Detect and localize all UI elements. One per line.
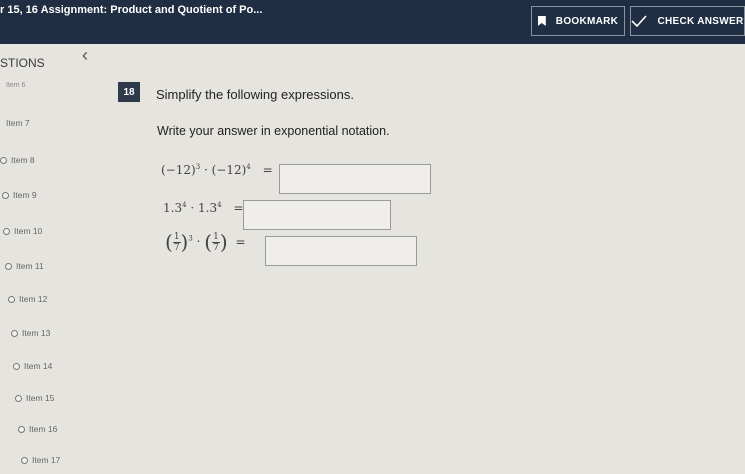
expression-2: 1.34 · 1.34 = bbox=[163, 201, 243, 215]
sidebar-item-label: Item 7 bbox=[6, 118, 30, 128]
sidebar-item-label: Item 15 bbox=[26, 393, 55, 403]
expr3-fraction-2: 17 bbox=[212, 231, 220, 253]
sidebar-item-label: Item 16 bbox=[29, 424, 58, 434]
expr1-base-2: (−12) bbox=[211, 163, 247, 177]
expr3-dot: · bbox=[192, 234, 205, 249]
sidebar-item-10[interactable]: Item 10 bbox=[3, 226, 42, 236]
sidebar-item-6[interactable]: Item 6 bbox=[6, 82, 25, 89]
bookmark-icon bbox=[537, 16, 546, 26]
sidebar-item-16[interactable]: Item 16 bbox=[18, 424, 57, 434]
sidebar-item-label: Item 11 bbox=[16, 261, 44, 271]
expr1-base: (−12) bbox=[161, 163, 196, 177]
radio-icon bbox=[0, 156, 7, 164]
sidebar-item-label: Item 8 bbox=[11, 155, 35, 165]
radio-icon bbox=[5, 262, 12, 270]
expr1-exponent-2: 4 bbox=[246, 163, 251, 171]
radio-icon bbox=[8, 295, 15, 303]
sidebar-item-17[interactable]: Item 17 bbox=[21, 455, 60, 465]
expr1-equals: = bbox=[262, 163, 273, 177]
answer-input-1[interactable] bbox=[279, 164, 431, 194]
check-answer-label: CHECK ANSWER bbox=[657, 15, 744, 27]
radio-icon bbox=[15, 394, 22, 402]
radio-icon bbox=[3, 227, 10, 235]
sidebar-item-label: Item 14 bbox=[24, 361, 53, 371]
sidebar-item-12[interactable]: Item 12 bbox=[8, 294, 47, 304]
expr2-base: 1.3 bbox=[163, 201, 183, 215]
sidebar-item-11[interactable]: Item 11 bbox=[5, 261, 44, 271]
top-bar: r 15, 16 Assignment: Product and Quotien… bbox=[0, 0, 745, 44]
expr2-exponent-2: 4 bbox=[217, 201, 222, 209]
radio-icon bbox=[2, 191, 9, 199]
bookmark-button[interactable]: BOOKMARK bbox=[531, 6, 625, 36]
expression-3: (1 7)3 · (1 7) = bbox=[165, 230, 246, 254]
expr3-equals: = bbox=[235, 234, 246, 249]
sidebar-item-label: Item 17 bbox=[32, 455, 61, 465]
assignment-title: r 15, 16 Assignment: Product and Quotien… bbox=[0, 4, 263, 16]
sidebar-item-label: Item 6 bbox=[6, 82, 26, 89]
sidebar-item-9[interactable]: Item 9 bbox=[2, 190, 37, 200]
expr2-equals: = bbox=[233, 201, 244, 215]
expression-1: (−12)3 · (−12)4 = bbox=[161, 163, 273, 177]
sidebar-item-8[interactable]: Item 8 bbox=[0, 155, 35, 165]
sidebar-item-label: Item 12 bbox=[19, 294, 48, 304]
sidebar-item-7[interactable]: Item 7 bbox=[6, 118, 30, 128]
radio-icon bbox=[18, 425, 25, 433]
radio-icon bbox=[11, 329, 18, 337]
radio-icon bbox=[21, 456, 28, 464]
sidebar-item-14[interactable]: Item 14 bbox=[13, 361, 52, 371]
sidebar-item-label: Item 13 bbox=[22, 328, 51, 338]
question-instruction: Write your answer in exponential notatio… bbox=[157, 124, 390, 138]
check-answer-button[interactable]: CHECK ANSWER bbox=[630, 6, 745, 36]
collapse-sidebar-icon[interactable]: ‹ bbox=[82, 45, 88, 66]
sidebar-item-13[interactable]: Item 13 bbox=[11, 328, 50, 338]
question-prompt: Simplify the following expressions. bbox=[156, 87, 354, 102]
expr3-fraction-1: 17 bbox=[172, 231, 181, 253]
expr2-base-2: 1.3 bbox=[198, 201, 218, 215]
sidebar-title: STIONS bbox=[0, 56, 45, 70]
sidebar-item-label: Item 10 bbox=[14, 226, 43, 236]
expr2-dot: · bbox=[186, 201, 199, 215]
answer-input-3[interactable] bbox=[265, 236, 417, 266]
question-number-badge: 18 bbox=[118, 82, 140, 102]
expr1-dot: · bbox=[200, 163, 212, 177]
radio-icon bbox=[13, 362, 20, 370]
sidebar-item-15[interactable]: Item 15 bbox=[15, 393, 54, 403]
sidebar-item-label: Item 9 bbox=[13, 190, 37, 200]
bookmark-label: BOOKMARK bbox=[555, 15, 619, 27]
answer-input-2[interactable] bbox=[243, 200, 391, 230]
checkmark-icon bbox=[631, 15, 648, 27]
